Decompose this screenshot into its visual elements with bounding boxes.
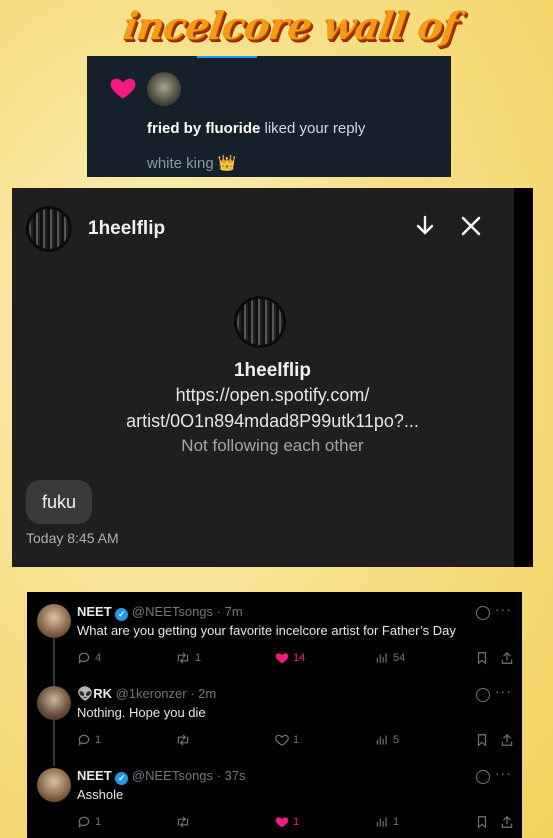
bookmark-icon[interactable] — [475, 651, 489, 665]
crown-emoji: 👑 — [217, 155, 237, 172]
tweet[interactable]: NEET ✓ @NEETsongs · 37s ··· Asshole 1 1 … — [27, 756, 522, 838]
more-icon[interactable]: ··· — [495, 765, 512, 781]
views-button[interactable]: 1 — [375, 815, 399, 829]
retweet-count: 1 — [195, 652, 202, 664]
profile-name[interactable]: 1heelflip — [12, 360, 533, 382]
reply-button[interactable]: 4 — [77, 651, 101, 665]
verified-badge-icon: ✓ — [115, 772, 129, 785]
reply-count: 1 — [95, 816, 102, 828]
reply-count: 1 — [95, 734, 102, 746]
spotify-link-line2[interactable]: artist/0O1n894mdad8P99utk11po?... — [12, 411, 533, 432]
tweet-author[interactable]: NEET ✓ @NEETsongs · 7m — [77, 604, 243, 621]
reply-button[interactable]: 1 — [77, 815, 101, 829]
views-icon — [376, 653, 387, 663]
retweet-button[interactable]: 1 — [175, 651, 201, 665]
author-handle[interactable]: @NEETsongs · 7m — [132, 604, 243, 619]
tweet-text: Nothing. Hope you die — [77, 705, 206, 720]
avatar[interactable] — [37, 768, 71, 802]
notification-text: fried by fluoride liked your reply — [147, 120, 365, 137]
retweet-button[interactable] — [175, 815, 195, 829]
like-count: 14 — [293, 652, 306, 664]
views-button[interactable]: 5 — [375, 733, 399, 747]
bookmark-icon[interactable] — [475, 815, 489, 829]
retweet-icon — [177, 652, 189, 664]
grok-icon[interactable] — [476, 606, 490, 620]
views-icon — [376, 817, 387, 827]
heart-icon — [110, 78, 136, 99]
reply-icon — [78, 734, 90, 747]
more-icon[interactable]: ··· — [495, 601, 512, 617]
share-icon[interactable] — [500, 815, 514, 829]
retweet-button[interactable] — [175, 733, 195, 747]
share-icon[interactable] — [500, 651, 514, 665]
liked-tweet-body: white king — [147, 155, 214, 172]
more-icon[interactable]: ··· — [495, 683, 512, 699]
relationship-status: Not following each other — [181, 436, 364, 455]
tweet[interactable]: NEET ✓ @NEETsongs · 7m ··· What are you … — [27, 592, 522, 674]
liked-tweet-text[interactable]: white king 👑 — [147, 154, 237, 172]
grok-icon[interactable] — [476, 688, 490, 702]
alien-emoji: 👽 — [77, 686, 94, 701]
verified-badge-icon: ✓ — [115, 608, 129, 621]
author-name[interactable]: NEET — [77, 604, 112, 619]
page-title: incelcore wall of shame — [120, 3, 461, 100]
views-icon — [376, 735, 387, 745]
like-count: 1 — [293, 734, 300, 746]
like-count: 1 — [293, 816, 300, 828]
grok-icon[interactable] — [476, 770, 490, 784]
dm-header-name[interactable]: 1heelflip — [88, 218, 165, 240]
reply-icon — [78, 816, 90, 829]
avatar[interactable] — [26, 206, 72, 252]
profile-avatar[interactable] — [234, 296, 286, 348]
notification-user[interactable]: fried by fluoride — [147, 120, 260, 137]
tweet-author[interactable]: NEET ✓ @NEETsongs · 37s — [77, 768, 246, 785]
retweet-icon — [177, 816, 189, 828]
like-button[interactable]: 1 — [275, 815, 299, 829]
avatar[interactable] — [37, 686, 71, 720]
arrow-down-icon[interactable] — [413, 214, 437, 238]
heart-icon — [275, 653, 289, 664]
tweet[interactable]: 👽RK @1keronzer · 2m ··· Nothing. Hope yo… — [27, 674, 522, 756]
view-count: 54 — [393, 652, 406, 664]
like-button[interactable]: 1 — [275, 733, 299, 747]
views-button[interactable]: 54 — [375, 651, 405, 665]
tweet-thread: NEET ✓ @NEETsongs · 7m ··· What are you … — [27, 592, 522, 838]
like-button[interactable]: 14 — [275, 651, 305, 665]
message-bubble[interactable]: fuku — [26, 480, 92, 524]
avatar[interactable] — [147, 72, 181, 106]
author-handle[interactable]: @NEETsongs · 37s — [132, 768, 246, 783]
like-notification-card[interactable]: fried by fluoride liked your reply white… — [87, 56, 451, 177]
avatar[interactable] — [37, 604, 71, 638]
divider — [197, 56, 257, 58]
retweet-icon — [177, 734, 189, 746]
author-name[interactable]: RK — [93, 686, 112, 701]
tweet-text: What are you getting your favorite incel… — [77, 623, 456, 638]
author-name[interactable]: NEET — [77, 768, 112, 783]
author-handle[interactable]: @1keronzer · 2m — [116, 686, 217, 701]
view-count: 1 — [393, 816, 400, 828]
spotify-link-line1[interactable]: https://open.spotify.com/ — [12, 385, 533, 406]
share-icon[interactable] — [500, 733, 514, 747]
message-timestamp: Today 8:45 AM — [26, 530, 119, 546]
reply-count: 4 — [95, 652, 102, 664]
close-icon[interactable] — [459, 214, 483, 238]
tweet-text: Asshole — [77, 787, 124, 802]
tweet-author[interactable]: 👽RK @1keronzer · 2m — [77, 686, 216, 702]
heart-icon — [275, 817, 289, 828]
reply-button[interactable]: 1 — [77, 733, 101, 747]
heart-outline-icon — [275, 734, 289, 746]
view-count: 5 — [393, 734, 400, 746]
bookmark-icon[interactable] — [475, 733, 489, 747]
notification-action: liked your reply — [264, 120, 366, 137]
reply-icon — [78, 652, 90, 665]
